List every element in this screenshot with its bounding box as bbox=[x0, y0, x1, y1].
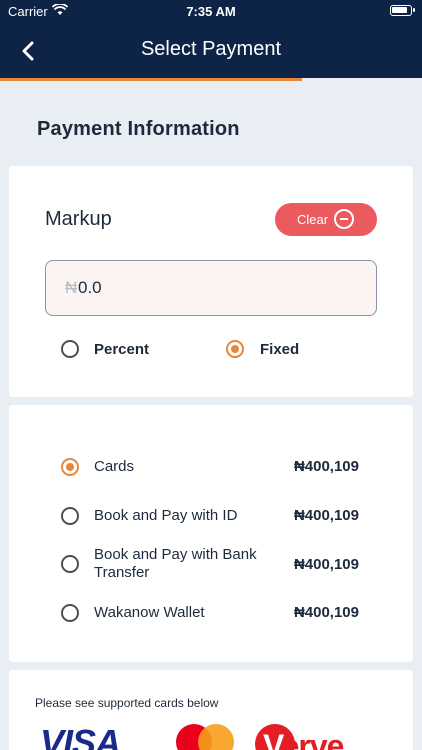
payment-method-name: Book and Pay with Bank Transfer bbox=[94, 546, 257, 581]
page-title: Select Payment bbox=[140, 38, 282, 60]
percent-radio[interactable] bbox=[61, 340, 79, 358]
minus-circle-icon bbox=[334, 209, 354, 229]
payment-method-name: Wakanow Wallet bbox=[94, 604, 205, 621]
status-bar: Carrier 7:35 AM bbox=[0, 0, 422, 24]
clock: 7:35 AM bbox=[186, 4, 236, 19]
markup-label: Markup bbox=[45, 208, 112, 230]
clear-button[interactable]: Clear bbox=[275, 203, 377, 236]
payment-method-radio[interactable] bbox=[61, 604, 79, 622]
mastercard-logo bbox=[176, 724, 236, 750]
markup-amount-value: 0.0 bbox=[78, 278, 102, 297]
progress-bar bbox=[0, 78, 302, 81]
payment-methods-card: Cards ₦400,109 Book and Pay with ID ₦400… bbox=[9, 405, 413, 662]
battery-icon bbox=[390, 5, 415, 16]
verve-logo: Verve bbox=[255, 724, 375, 750]
currency-symbol: ₦ bbox=[65, 278, 78, 297]
markup-card: Markup Clear ₦ 0.0 Percent Fixed bbox=[9, 166, 413, 397]
supported-cards-note: Please see supported cards below bbox=[35, 696, 219, 710]
nav-bar: Select Payment bbox=[0, 24, 422, 78]
payment-method-amount: ₦400,109 bbox=[293, 458, 359, 475]
section-title: Payment Information bbox=[37, 118, 240, 140]
payment-method-name: Book and Pay with ID bbox=[94, 507, 238, 524]
payment-method-radio[interactable] bbox=[61, 458, 79, 476]
payment-method-radio[interactable] bbox=[61, 507, 79, 525]
fixed-radio[interactable] bbox=[226, 340, 244, 358]
percent-label: Percent bbox=[94, 341, 150, 358]
payment-method-amount: ₦400,109 bbox=[293, 604, 359, 621]
payment-method-amount: ₦400,109 bbox=[293, 556, 359, 573]
payment-method-radio[interactable] bbox=[61, 555, 79, 573]
supported-cards-card: Please see supported cards below VISA Ve… bbox=[9, 670, 413, 750]
clear-button-label: Clear bbox=[297, 212, 329, 227]
visa-logo: VISA bbox=[40, 722, 121, 750]
fixed-label: Fixed bbox=[260, 341, 300, 358]
payment-method-name: Cards bbox=[94, 458, 135, 475]
markup-amount-input[interactable]: ₦ 0.0 bbox=[45, 260, 377, 316]
payment-method-amount: ₦400,109 bbox=[293, 507, 359, 524]
